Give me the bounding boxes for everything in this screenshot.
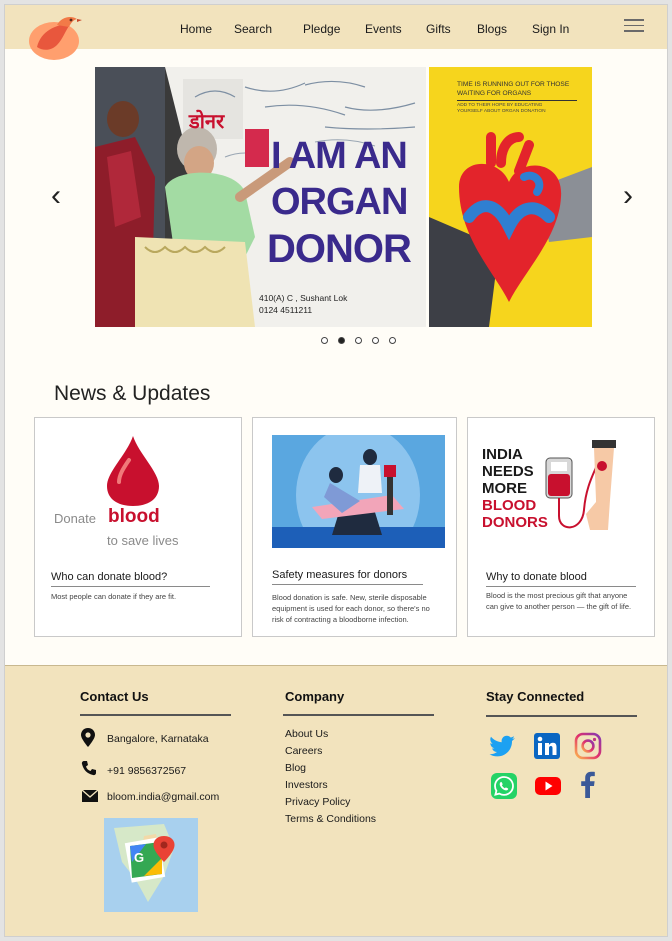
card3-image-text-needs: NEEDS xyxy=(482,463,534,480)
carousel-slide-organ-donor-photo: डोनर I AM AN ORGAN DONOR 410(A) C , Sush… xyxy=(95,67,426,327)
card1-image-text-save: to save lives xyxy=(107,533,179,548)
instagram-icon[interactable] xyxy=(574,732,602,760)
facebook-icon[interactable] xyxy=(574,770,602,798)
carousel-dot-2[interactable] xyxy=(338,337,345,344)
footer-company-heading: Company xyxy=(285,689,345,704)
nav-signin[interactable]: Sign In xyxy=(532,22,569,36)
banner-text-line3: DONOR xyxy=(267,227,412,271)
carousel-dot-1[interactable] xyxy=(321,337,328,344)
card1-title[interactable]: Who can donate blood? xyxy=(51,571,210,587)
hamburger-menu-icon[interactable] xyxy=(624,19,644,33)
carousel-dot-4[interactable] xyxy=(372,337,379,344)
top-navbar: Home Search Pledge Events Gifts Blogs Si… xyxy=(5,5,667,60)
banner-text-line2: ORGAN xyxy=(271,181,408,223)
nav-pledge[interactable]: Pledge xyxy=(303,22,340,36)
card3-image-text-india: INDIA xyxy=(482,446,523,463)
footer-contact-heading: Contact Us xyxy=(80,689,149,704)
carousel-prev-button[interactable]: ‹ xyxy=(51,181,61,211)
footer-phone[interactable]: +91 9856372567 xyxy=(107,765,186,777)
card3-image-text-more: MORE xyxy=(482,480,527,497)
footer-link-terms[interactable]: Terms & Conditions xyxy=(285,813,376,825)
banner-address-line2: 0124 4511211 xyxy=(259,305,313,315)
footer-link-blog[interactable]: Blog xyxy=(285,762,306,774)
news-card-why-donate[interactable]: INDIA NEEDS MORE BLOOD DONORS Why to don… xyxy=(467,417,655,637)
card1-image-text-blood: blood xyxy=(108,506,160,527)
phone-icon xyxy=(81,761,96,776)
whatsapp-icon[interactable] xyxy=(490,772,518,800)
footer-stay-connected-heading: Stay Connected xyxy=(486,689,585,704)
linkedin-icon[interactable] xyxy=(533,732,561,760)
footer-link-investors[interactable]: Investors xyxy=(285,779,328,791)
nav-gifts[interactable]: Gifts xyxy=(426,22,451,36)
heart-in-hands-illustration xyxy=(429,132,592,327)
card1-image-text-donate: Donate xyxy=(54,511,96,526)
blood-drop-icon xyxy=(107,436,159,506)
hero-carousel: डोनर I AM AN ORGAN DONOR 410(A) C , Sush… xyxy=(95,67,593,327)
footer: Contact Us Bangalore, Karnataka +91 9856… xyxy=(5,665,667,936)
footer-address: Bangalore, Karnataka xyxy=(107,733,209,745)
footer-company-divider xyxy=(283,714,434,716)
footer-link-about-us[interactable]: About Us xyxy=(285,728,328,740)
news-heading: News & Updates xyxy=(54,382,211,405)
location-pin-icon xyxy=(81,728,95,747)
page: Home Search Pledge Events Gifts Blogs Si… xyxy=(4,4,668,937)
youtube-icon[interactable] xyxy=(534,772,562,800)
card3-title[interactable]: Why to donate blood xyxy=(486,571,636,587)
footer-contact-divider xyxy=(80,714,231,716)
nav-search[interactable]: Search xyxy=(234,22,272,36)
footer-email[interactable]: bloom.india@gmail.com xyxy=(107,791,219,803)
carousel-slide-organ-poster: TIME IS RUNNING OUT FOR THOSE WAITING FO… xyxy=(429,67,592,327)
banner-hindi-text: डोनर xyxy=(189,109,225,133)
card3-text: Blood is the most precious gift that any… xyxy=(486,591,632,611)
footer-link-careers[interactable]: Careers xyxy=(285,745,322,757)
google-maps-icon[interactable]: G xyxy=(104,818,198,912)
carousel-dot-5[interactable] xyxy=(389,337,396,344)
nav-blogs[interactable]: Blogs xyxy=(477,22,507,36)
news-card-safety-measures[interactable]: Safety measures for donors Blood donatio… xyxy=(252,417,457,637)
card2-title[interactable]: Safety measures for donors xyxy=(272,569,423,585)
news-card-who-can-donate[interactable]: Donate blood to save lives Who can donat… xyxy=(34,417,242,637)
card3-image-text-blood: BLOOD xyxy=(482,497,537,514)
card2-text: Blood donation is safe. New, sterile dis… xyxy=(272,593,430,624)
carousel-dots xyxy=(321,337,396,344)
carousel-dot-3[interactable] xyxy=(355,337,362,344)
banner-address-line1: 410(A) C , Sushant Lok xyxy=(259,293,348,303)
carousel-next-button[interactable]: › xyxy=(623,181,633,211)
card1-text: Most people can donate if they are fit. xyxy=(51,592,177,601)
nav-events[interactable]: Events xyxy=(365,22,402,36)
twitter-icon[interactable] xyxy=(489,732,517,760)
nav-home[interactable]: Home xyxy=(180,22,212,36)
banner-text-line1: I AM AN xyxy=(271,135,408,177)
blood-donation-illustration xyxy=(272,435,445,548)
footer-stay-divider xyxy=(486,715,637,717)
blood-bag-arm-illustration xyxy=(545,440,616,530)
svg-text:G: G xyxy=(134,850,144,865)
email-icon xyxy=(82,790,98,802)
bird-logo-icon[interactable] xyxy=(27,11,83,61)
footer-link-privacy-policy[interactable]: Privacy Policy xyxy=(285,796,350,808)
